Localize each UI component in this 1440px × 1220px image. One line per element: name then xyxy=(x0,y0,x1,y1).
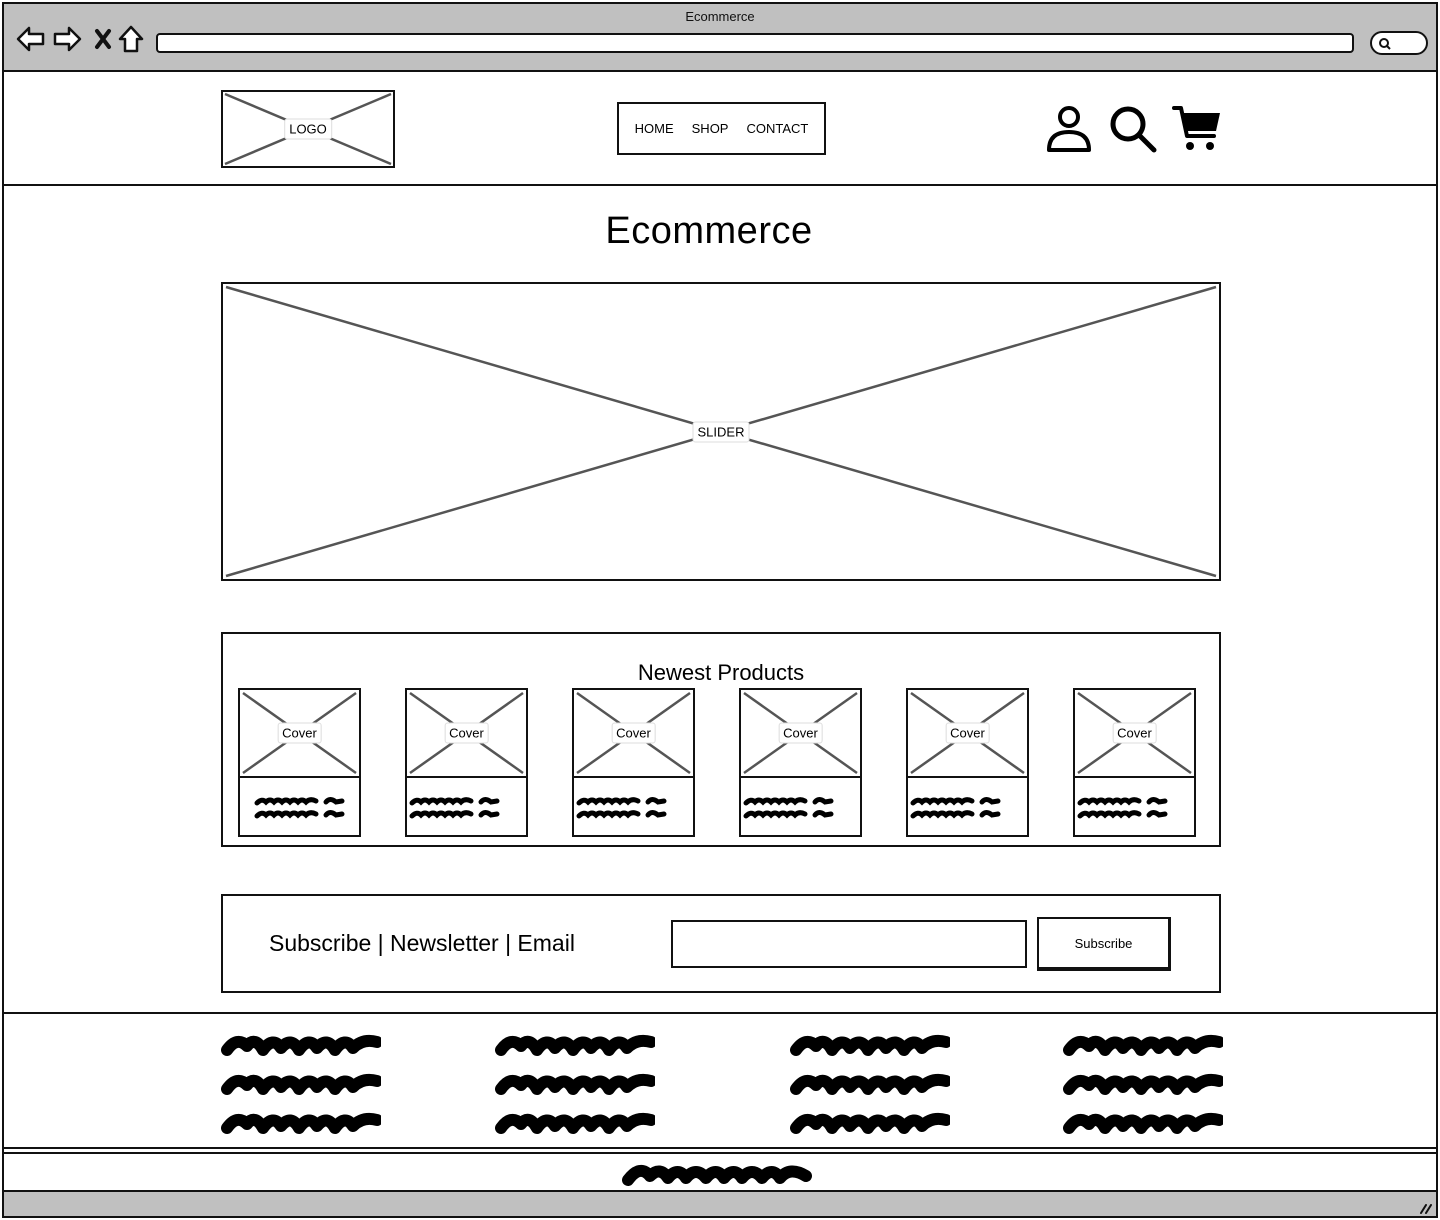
product-text-scribble xyxy=(910,797,1001,819)
browser-window: Ecommerce LOGO HOME SHOP CONTACT Ecommer… xyxy=(2,2,1438,1218)
product-info xyxy=(574,780,693,835)
product-card[interactable]: Cover xyxy=(405,688,528,837)
product-info xyxy=(407,780,526,835)
stop-button[interactable] xyxy=(88,24,118,54)
product-info xyxy=(741,780,860,835)
copyright-text-scribble xyxy=(622,1164,812,1186)
footer-text-scribble xyxy=(495,1034,655,1056)
arrow-left-icon xyxy=(16,26,45,52)
cover-label: Cover xyxy=(444,722,489,744)
footer-column xyxy=(790,1028,950,1145)
product-card[interactable]: Cover xyxy=(739,688,862,837)
nav-item-home[interactable]: HOME xyxy=(635,121,674,136)
newsletter-section: Subscribe | Newsletter | Email Subscribe xyxy=(221,894,1221,993)
footer-text-scribble xyxy=(790,1073,950,1095)
footer-text-scribble xyxy=(221,1034,381,1056)
section-title: Newest Products xyxy=(637,660,805,685)
footer-text-scribble xyxy=(790,1112,950,1134)
logo[interactable]: LOGO xyxy=(221,90,395,168)
hero-slider[interactable]: SLIDER xyxy=(221,282,1221,581)
arrow-right-icon xyxy=(53,26,82,52)
product-info xyxy=(240,780,359,835)
home-button[interactable] xyxy=(116,24,146,54)
cover-label: Cover xyxy=(945,722,990,744)
footer-text-scribble xyxy=(221,1112,381,1134)
product-card[interactable]: Cover xyxy=(906,688,1029,837)
back-button[interactable] xyxy=(16,24,46,54)
product-text-scribble xyxy=(409,797,500,819)
browser-search-field[interactable] xyxy=(1370,31,1428,55)
product-text-scribble xyxy=(254,797,345,819)
cart-button[interactable] xyxy=(1172,104,1222,154)
site-footer xyxy=(4,1012,1436,1149)
product-card[interactable]: Cover xyxy=(238,688,361,837)
page-title: Ecommerce xyxy=(605,210,813,252)
product-card[interactable]: Cover xyxy=(572,688,695,837)
window-title: Ecommerce xyxy=(685,9,755,24)
product-cover: Cover xyxy=(240,690,359,778)
search-button[interactable] xyxy=(1108,104,1158,154)
footer-column xyxy=(221,1028,381,1145)
main-nav: HOME SHOP CONTACT xyxy=(617,102,826,155)
footer-text-scribble xyxy=(221,1073,381,1095)
nav-item-contact[interactable]: CONTACT xyxy=(746,121,808,136)
product-cover: Cover xyxy=(741,690,860,778)
footer-column xyxy=(495,1028,655,1145)
cover-label: Cover xyxy=(611,722,656,744)
email-input[interactable] xyxy=(671,920,1027,968)
subscribe-button[interactable]: Subscribe xyxy=(1037,917,1171,971)
newsletter-label: Subscribe | Newsletter | Email xyxy=(269,930,575,956)
cover-label: Cover xyxy=(1112,722,1157,744)
user-icon xyxy=(1047,106,1091,152)
address-bar[interactable] xyxy=(156,33,1354,53)
footer-text-scribble xyxy=(1063,1073,1223,1095)
status-bar xyxy=(4,1192,1436,1216)
footer-text-scribble xyxy=(1063,1034,1223,1056)
resize-grip-icon[interactable] xyxy=(1416,1198,1432,1214)
home-icon xyxy=(118,25,144,53)
product-cover: Cover xyxy=(574,690,693,778)
newest-products-section: Newest Products Cover Cover Cover Cover Cove… xyxy=(221,632,1221,847)
product-info xyxy=(908,780,1027,835)
forward-button[interactable] xyxy=(52,24,82,54)
slider-label: SLIDER xyxy=(692,421,750,442)
cover-label: Cover xyxy=(778,722,823,744)
account-button[interactable] xyxy=(1044,104,1094,154)
cover-label: Cover xyxy=(277,722,322,744)
product-text-scribble xyxy=(743,797,834,819)
cart-icon xyxy=(1172,106,1220,150)
footer-text-scribble xyxy=(495,1112,655,1134)
product-card[interactable]: Cover xyxy=(1073,688,1196,837)
close-icon xyxy=(95,29,111,49)
logo-label: LOGO xyxy=(284,118,332,140)
browser-toolbar: Ecommerce xyxy=(4,4,1436,72)
footer-column xyxy=(1063,1028,1223,1145)
product-text-scribble xyxy=(576,797,667,819)
footer-text-scribble xyxy=(495,1073,655,1095)
footer-text-scribble xyxy=(790,1034,950,1056)
copyright-bar xyxy=(4,1152,1436,1192)
search-icon xyxy=(1110,106,1157,153)
product-text-scribble xyxy=(1077,797,1168,819)
footer-text-scribble xyxy=(1063,1112,1223,1134)
product-cover: Cover xyxy=(908,690,1027,778)
product-cover: Cover xyxy=(407,690,526,778)
nav-item-shop[interactable]: SHOP xyxy=(692,121,729,136)
search-icon xyxy=(1379,38,1391,50)
site-header: LOGO HOME SHOP CONTACT xyxy=(4,72,1436,186)
product-cover: Cover xyxy=(1075,690,1194,778)
product-info xyxy=(1075,780,1194,835)
